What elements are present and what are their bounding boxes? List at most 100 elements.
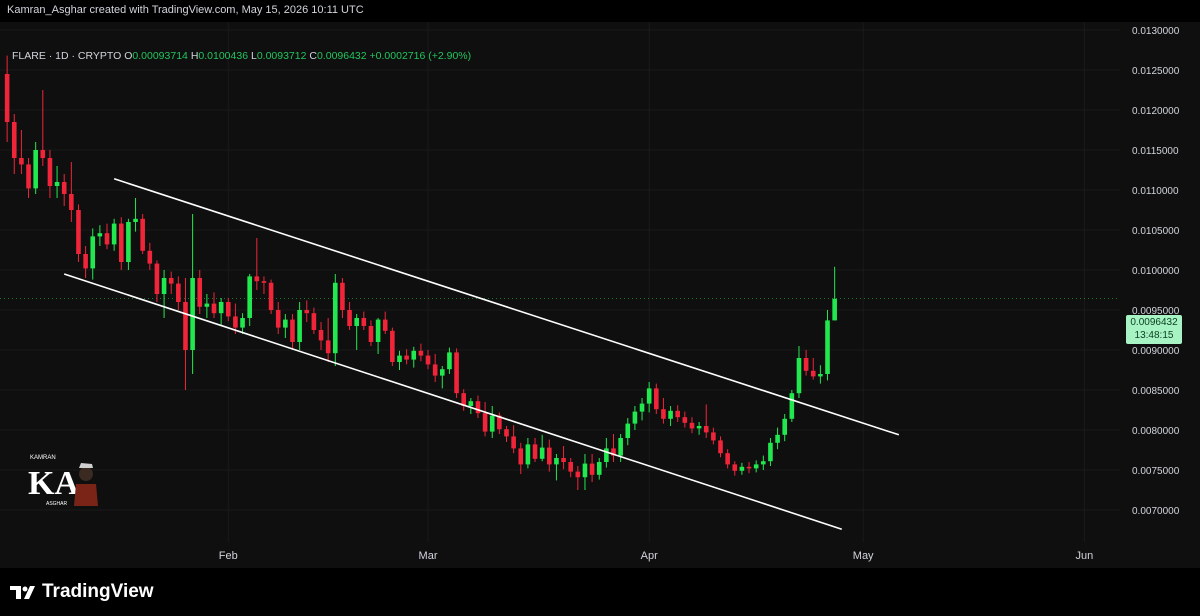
- candle-body: [654, 388, 659, 410]
- channel-lines: [63, 178, 900, 530]
- candle-body: [504, 429, 509, 437]
- candle-body: [361, 318, 367, 326]
- candle-body: [739, 466, 745, 471]
- candle-body: [689, 422, 695, 429]
- candle-body: [347, 310, 352, 326]
- tradingview-footer[interactable]: TradingView: [10, 580, 154, 604]
- last-price-badge: 0.0096432 13:48:15: [1126, 315, 1182, 344]
- candle-body: [625, 423, 631, 438]
- candle-body: [711, 432, 716, 441]
- candle-body: [290, 319, 295, 342]
- last-price-value: 0.0096432: [1130, 317, 1178, 328]
- candle-body: [19, 158, 24, 165]
- candle-body: [732, 464, 738, 471]
- candle-body: [325, 340, 331, 354]
- candle-body: [268, 282, 274, 310]
- candle-body: [104, 233, 110, 245]
- candle-body: [418, 350, 424, 356]
- avatar-body: [74, 484, 98, 506]
- candle-body: [197, 278, 203, 307]
- candle-body: [775, 434, 780, 443]
- candle-body: [746, 466, 752, 469]
- candle-body: [97, 233, 103, 237]
- candle-body: [233, 316, 238, 328]
- candle-body: [283, 319, 288, 328]
- candle-body: [382, 319, 388, 331]
- candle-body: [575, 471, 581, 478]
- candle-body: [76, 210, 81, 254]
- candle-body: [411, 350, 417, 360]
- open-value: 0.00093714: [132, 50, 188, 62]
- candle-body: [432, 364, 438, 376]
- candle-body: [161, 278, 167, 294]
- candle-body: [618, 438, 623, 456]
- high-value: 0.0100436: [198, 50, 249, 62]
- candle-body: [596, 462, 602, 475]
- candle-body: [254, 276, 260, 282]
- candle-body: [54, 182, 60, 186]
- candle-body: [832, 298, 837, 321]
- y-tick-label: 0.0115000: [1132, 146, 1179, 157]
- close-label: C: [309, 50, 317, 62]
- candle-body: [183, 302, 188, 350]
- candle-body: [90, 236, 96, 269]
- candle-body: [825, 320, 830, 374]
- candlestick-chart[interactable]: 0.0070000 0.0075000 0.0080000 0.0085000 0.00…: [0, 22, 1200, 568]
- price-axis[interactable]: 0.0070000 0.0075000 0.0080000 0.0085000 0.00…: [1132, 26, 1180, 517]
- candle-body: [69, 194, 74, 210]
- candle-body: [4, 74, 10, 122]
- candle-body: [133, 218, 138, 222]
- candle-body: [561, 458, 566, 462]
- candle-body: [140, 218, 145, 251]
- x-tick-label: Apr: [641, 550, 658, 562]
- candle-body: [390, 330, 395, 362]
- candle-body: [33, 150, 38, 189]
- y-tick-label: 0.0100000: [1132, 266, 1180, 277]
- x-tick-label: Jun: [1075, 550, 1093, 562]
- candle-body: [240, 318, 245, 328]
- candle-body: [518, 448, 524, 465]
- candle-body: [489, 415, 495, 432]
- time-axis[interactable]: Feb Mar Apr May Jun: [219, 550, 1093, 562]
- candles: [4, 55, 837, 490]
- bar-countdown: 13:48:15: [1134, 330, 1174, 341]
- candle-body: [568, 462, 574, 472]
- tradingview-wordmark: TradingView: [42, 581, 154, 602]
- candle-body: [211, 303, 217, 314]
- candle-body: [682, 417, 688, 423]
- channel-line-upper: [113, 178, 900, 436]
- channel-line-lower: [63, 273, 843, 530]
- symbol-label[interactable]: FLARE · 1D · CRYPTO: [12, 50, 121, 62]
- candle-body: [332, 282, 338, 354]
- candle-body: [204, 303, 210, 307]
- candle-body: [318, 330, 324, 341]
- x-tick-label: May: [853, 550, 874, 562]
- candle-body: [782, 418, 788, 435]
- y-tick-label: 0.0125000: [1132, 66, 1180, 77]
- y-tick-label: 0.0080000: [1132, 426, 1180, 437]
- candle-body: [190, 278, 195, 350]
- x-tick-label: Mar: [419, 550, 438, 562]
- candle-body: [532, 444, 538, 459]
- candle-body: [639, 403, 645, 412]
- change-value: +0.0002716 (+2.90%): [369, 50, 472, 62]
- candle-body: [111, 223, 117, 245]
- candle-body: [11, 122, 17, 158]
- candle-body: [126, 222, 131, 262]
- candle-body: [40, 150, 46, 158]
- candle-body: [511, 436, 516, 449]
- candle-body: [439, 369, 445, 376]
- candle-body: [304, 310, 310, 314]
- candle-body: [354, 318, 359, 326]
- candle-body: [404, 355, 409, 360]
- candle-body: [661, 409, 666, 419]
- chart-panel[interactable]: 0.0070000 0.0075000 0.0080000 0.0085000 0.00…: [0, 22, 1200, 568]
- candle-body: [546, 447, 552, 465]
- candle-body: [275, 310, 281, 328]
- y-tick-label: 0.0130000: [1132, 26, 1180, 37]
- candle-body: [818, 374, 823, 377]
- candle-body: [525, 444, 531, 465]
- candle-body: [482, 413, 488, 432]
- y-tick-label: 0.0075000: [1132, 466, 1180, 477]
- candle-body: [447, 352, 452, 370]
